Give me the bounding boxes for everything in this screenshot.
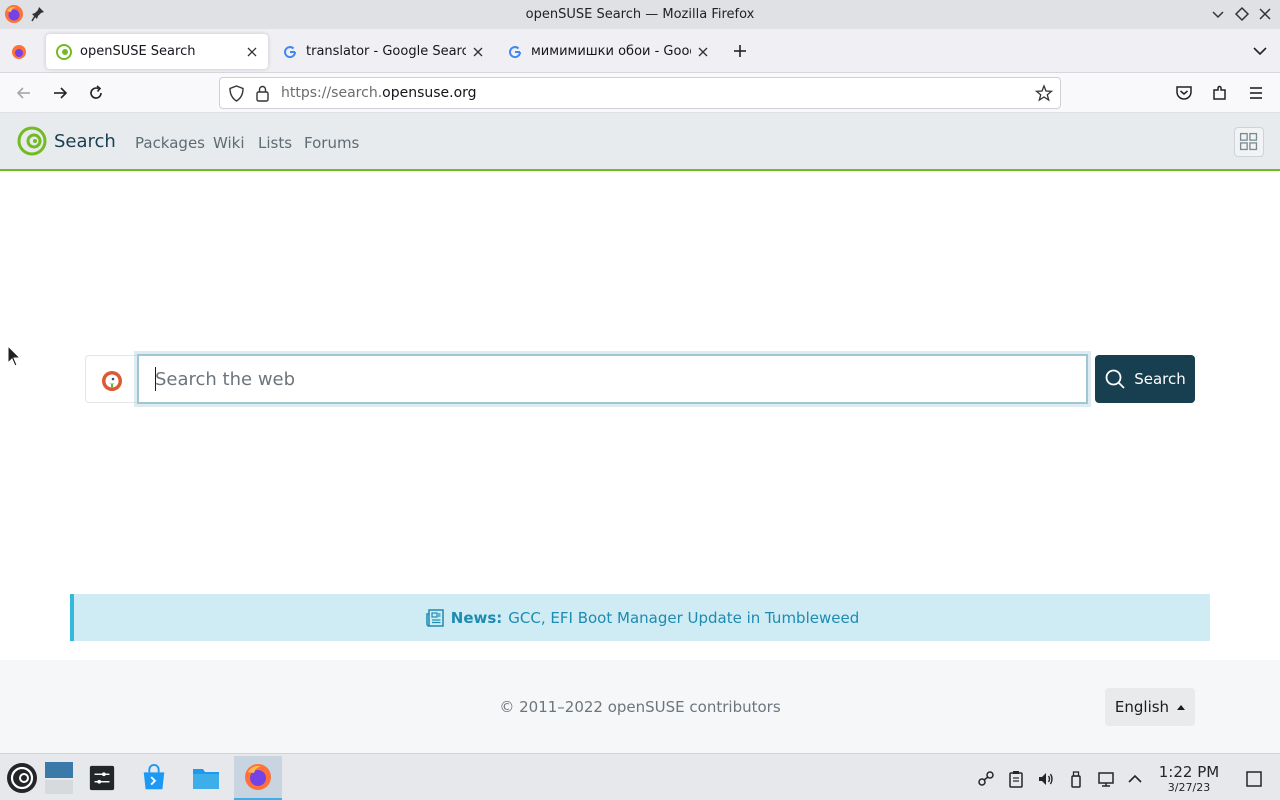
- tab-label: openSUSE Search: [80, 44, 196, 59]
- close-window-icon[interactable]: [1257, 6, 1273, 22]
- clipboard-icon[interactable]: [1007, 770, 1025, 788]
- tab-opensuse-search[interactable]: openSUSE Search: [46, 34, 268, 69]
- close-tab-icon[interactable]: [697, 46, 709, 58]
- minimize-icon[interactable]: [1210, 6, 1226, 22]
- app-grid-button[interactable]: [1234, 127, 1264, 157]
- back-icon[interactable]: [14, 83, 34, 103]
- reload-icon[interactable]: [86, 83, 106, 103]
- extensions-icon[interactable]: [1210, 83, 1230, 103]
- opensuse-logo-icon[interactable]: [17, 126, 47, 156]
- tracking-protection-icon[interactable]: [228, 85, 245, 102]
- search-input[interactable]: [137, 354, 1088, 404]
- url-text[interactable]: https://search.opensuse.org: [281, 85, 477, 101]
- pager-icon: [45, 762, 73, 794]
- desktop-pager[interactable]: [44, 756, 74, 800]
- opensuse-icon: [56, 43, 72, 60]
- taskbar-file-manager[interactable]: [182, 756, 230, 800]
- application-launcher[interactable]: [0, 756, 44, 800]
- newspaper-icon: [426, 608, 444, 627]
- site-brand[interactable]: Search: [54, 131, 116, 152]
- search-engine-badge[interactable]: [85, 355, 137, 403]
- search-button[interactable]: Search: [1095, 355, 1195, 403]
- removable-device-icon[interactable]: [1067, 770, 1085, 788]
- site-header: Search Packages Wiki Lists Forums: [0, 113, 1280, 171]
- google-icon: [509, 45, 522, 58]
- tab-translator[interactable]: translator - Google Search: [272, 34, 494, 69]
- bookmark-star-icon[interactable]: [1035, 84, 1053, 102]
- window-titlebar: openSUSE Search — Mozilla Firefox: [0, 0, 1280, 29]
- nav-wiki[interactable]: Wiki: [213, 134, 245, 152]
- navigation-toolbar: https://search.opensuse.org: [0, 73, 1280, 113]
- news-banner[interactable]: News: GCC, EFI Boot Manager Update in Tu…: [70, 594, 1210, 641]
- show-desktop-icon[interactable]: [1245, 770, 1263, 788]
- caret-up-icon: [1177, 704, 1186, 710]
- menu-icon[interactable]: [1246, 83, 1266, 103]
- firefox-icon[interactable]: [4, 4, 24, 24]
- new-tab-icon[interactable]: [731, 42, 749, 60]
- search-button-label: Search: [1134, 370, 1186, 388]
- store-bag-icon: [143, 764, 165, 790]
- mouse-cursor-icon: [7, 345, 21, 367]
- url-bar[interactable]: https://search.opensuse.org: [219, 77, 1061, 109]
- tab-label: мимимишки обои - Goog: [531, 44, 691, 59]
- nav-lists[interactable]: Lists: [258, 134, 292, 152]
- window-title: openSUSE Search — Mozilla Firefox: [525, 7, 755, 22]
- nav-forums[interactable]: Forums: [304, 134, 359, 152]
- google-icon: [284, 45, 297, 58]
- clock-date: 3/27/23: [1167, 781, 1211, 794]
- tab-strip: openSUSE Search translator - Google Sear…: [0, 29, 1280, 73]
- news-label: News:: [450, 608, 503, 627]
- url-domain: opensuse.org: [382, 85, 477, 101]
- network-share-icon[interactable]: [977, 770, 995, 788]
- taskbar-discover[interactable]: [130, 756, 178, 800]
- clock[interactable]: 1:22 PM 3/27/23: [1152, 763, 1226, 795]
- opensuse-launcher-icon: [7, 763, 37, 793]
- grid-icon: [1239, 132, 1258, 151]
- duckduckgo-icon: [102, 371, 122, 391]
- news-link[interactable]: GCC, EFI Boot Manager Update in Tumblewe…: [508, 609, 859, 627]
- folder-icon: [193, 769, 219, 789]
- nav-packages[interactable]: Packages: [135, 134, 205, 152]
- settings-icon: [89, 765, 115, 791]
- url-prefix: https://search.: [281, 85, 383, 101]
- search-icon: [1105, 369, 1125, 389]
- list-all-tabs-icon[interactable]: [1251, 42, 1269, 60]
- copyright-text: © 2011–2022 openSUSE contributors: [499, 698, 781, 716]
- close-tab-icon[interactable]: [246, 46, 258, 58]
- text-caret: [155, 367, 156, 391]
- firefox-icon: [245, 764, 271, 790]
- language-selector[interactable]: English: [1105, 688, 1195, 726]
- taskbar-system-settings[interactable]: [78, 756, 126, 800]
- taskbar-firefox[interactable]: [234, 756, 282, 800]
- clock-time: 1:22 PM: [1158, 763, 1220, 781]
- pocket-icon[interactable]: [1174, 83, 1194, 103]
- lock-icon[interactable]: [255, 85, 270, 102]
- pin-icon[interactable]: [31, 6, 45, 22]
- firefox-view-icon[interactable]: [9, 42, 29, 62]
- volume-icon[interactable]: [1037, 770, 1055, 788]
- network-wired-icon[interactable]: [1097, 770, 1115, 788]
- close-tab-icon[interactable]: [472, 46, 484, 58]
- taskbar: 1:22 PM 3/27/23: [0, 753, 1280, 800]
- site-footer: © 2011–2022 openSUSE contributors: [0, 660, 1280, 753]
- tab-label: translator - Google Search: [306, 44, 466, 59]
- maximize-icon[interactable]: [1234, 6, 1250, 22]
- tray-expand-icon[interactable]: [1126, 770, 1144, 788]
- tab-mimimishki[interactable]: мимимишки обои - Goog: [497, 34, 719, 69]
- language-label: English: [1114, 698, 1170, 716]
- forward-icon[interactable]: [50, 83, 70, 103]
